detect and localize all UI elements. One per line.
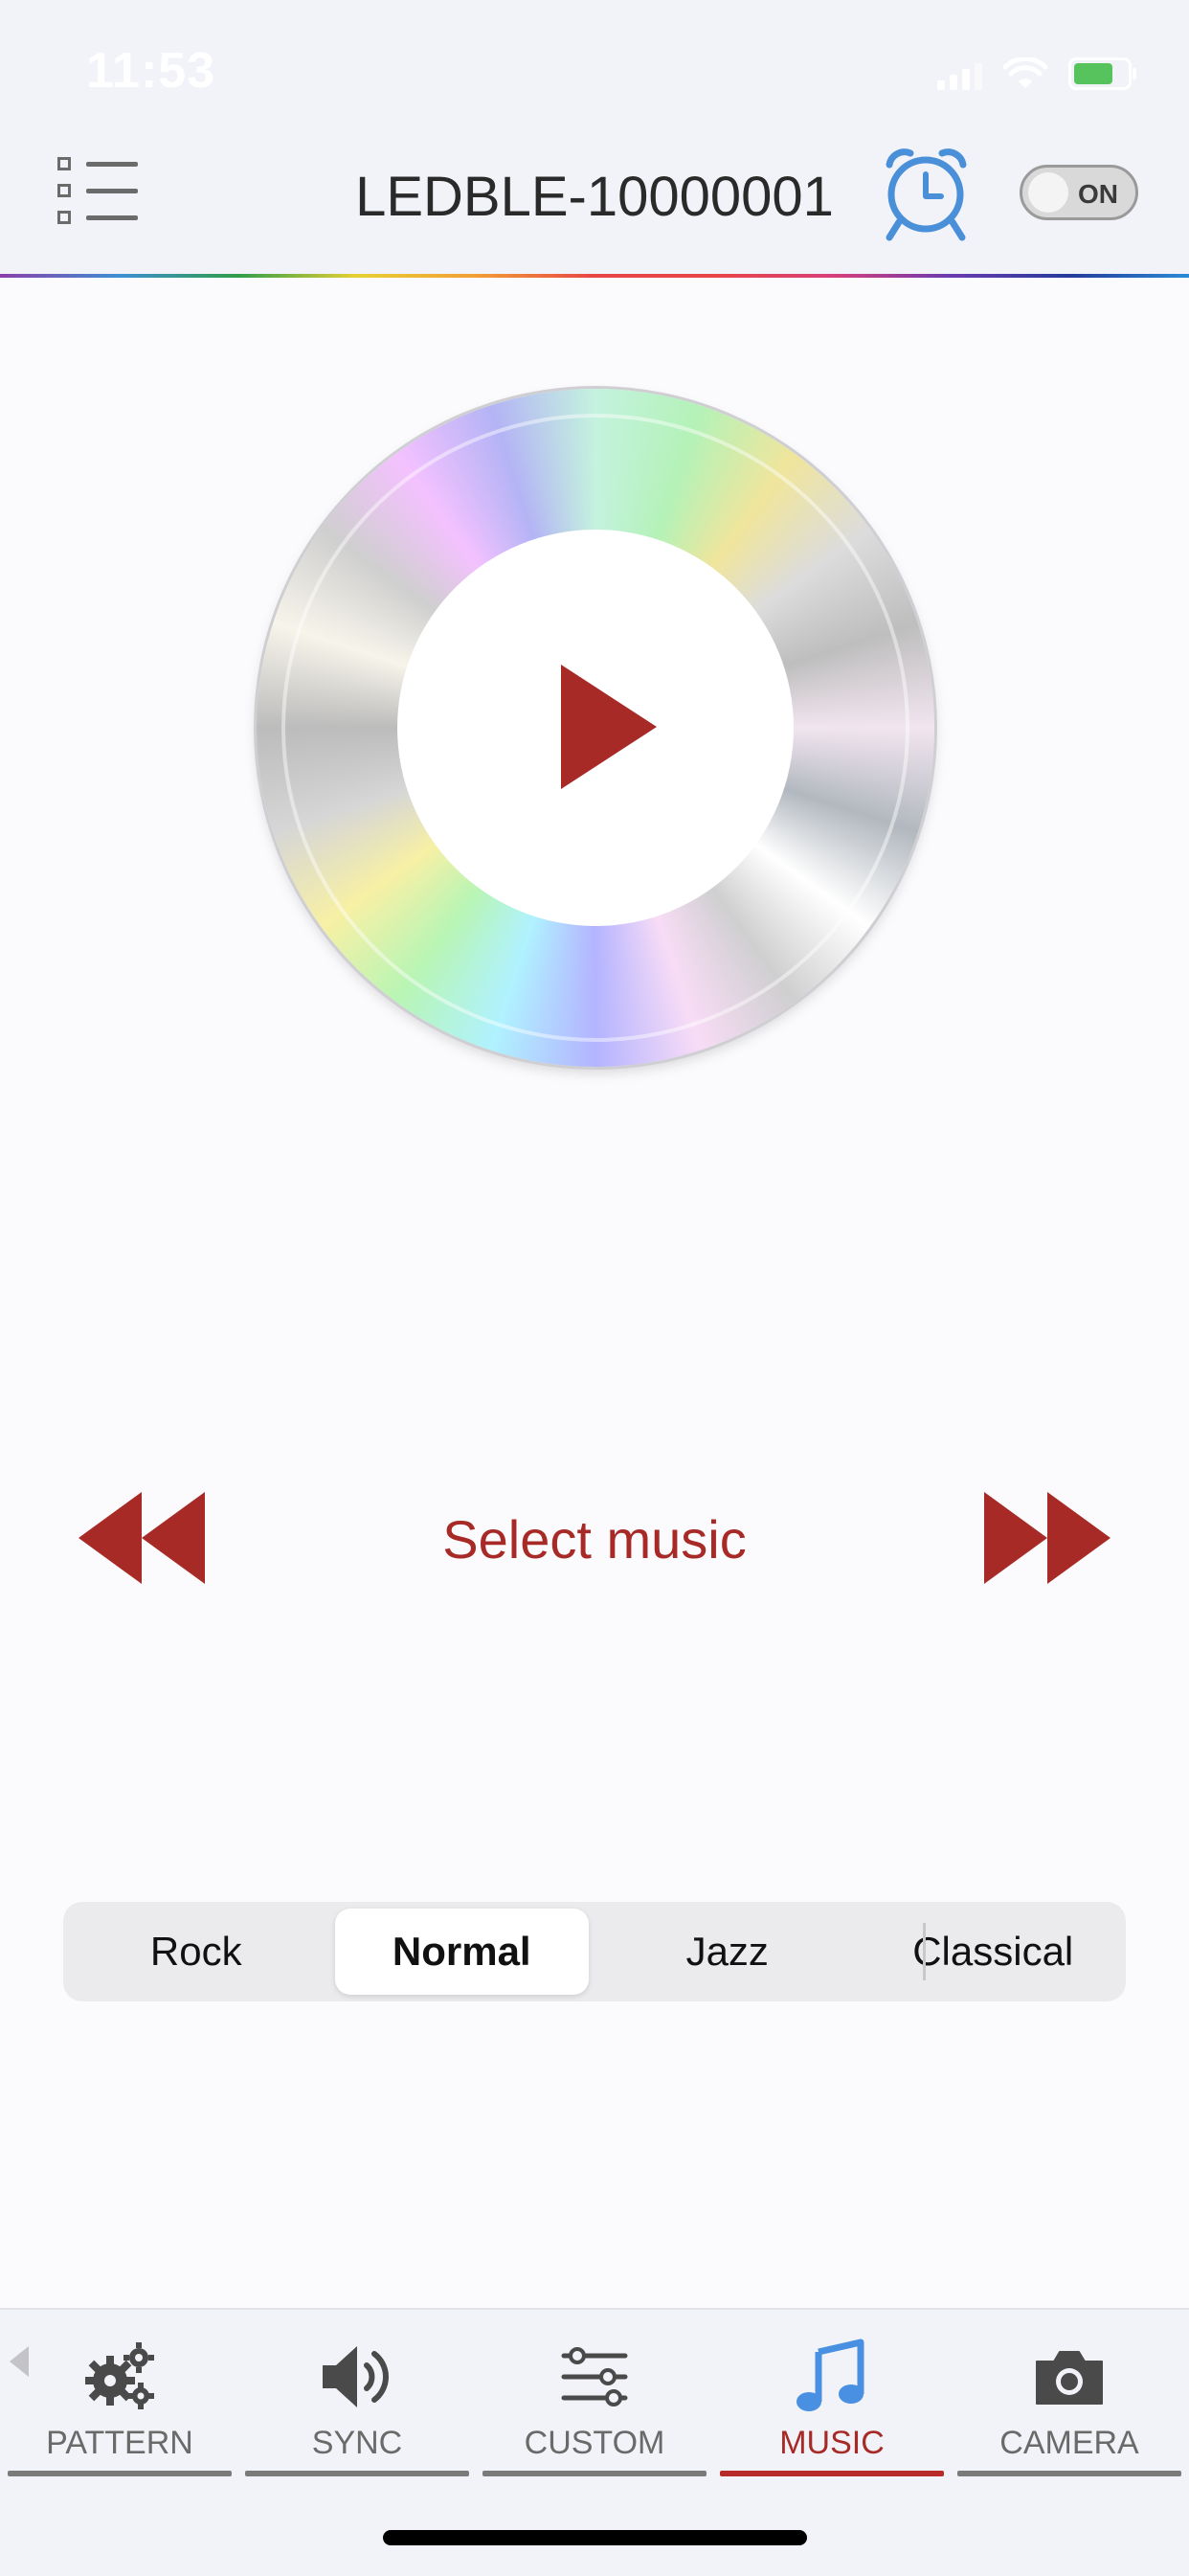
tab-underline	[245, 2471, 469, 2476]
status-time: 11:53	[86, 43, 216, 99]
tab-camera[interactable]: CAMERA	[957, 2327, 1181, 2476]
tab-bar: PATTERN SYNC CUSTOM MUSIC CAMERA	[0, 2308, 1189, 2576]
music-note-icon	[796, 2339, 864, 2411]
tab-label: CAMERA	[999, 2425, 1139, 2461]
sliders-icon	[561, 2347, 628, 2407]
fast-forward-icon[interactable]	[984, 1492, 1110, 1584]
status-icons	[937, 56, 1136, 90]
tab-custom[interactable]: CUSTOM	[482, 2327, 707, 2476]
home-indicator	[383, 2530, 807, 2545]
segment-divider	[923, 1923, 926, 1980]
tab-label: PATTERN	[46, 2425, 193, 2461]
toggle-knob	[1028, 172, 1068, 213]
cellular-signal-icon	[937, 61, 982, 90]
genre-rock[interactable]: Rock	[69, 1909, 324, 1995]
device-title: LEDBLE-10000001	[355, 166, 834, 228]
genre-normal[interactable]: Normal	[334, 1909, 589, 1995]
alarm-clock-icon[interactable]	[876, 144, 976, 244]
genre-jazz[interactable]: Jazz	[600, 1909, 855, 1995]
nav-bar: LEDBLE-10000001 ON	[0, 144, 1189, 274]
tab-label: MUSIC	[779, 2425, 885, 2461]
tab-underline	[482, 2471, 707, 2476]
tab-label: SYNC	[311, 2425, 403, 2461]
rainbow-divider	[0, 274, 1189, 278]
power-toggle[interactable]: ON	[1020, 165, 1138, 220]
tab-music[interactable]: MUSIC	[720, 2327, 944, 2476]
play-icon[interactable]	[557, 665, 659, 789]
status-bar: 11:53	[0, 0, 1189, 144]
tab-underline	[8, 2471, 232, 2476]
tab-underline	[957, 2471, 1181, 2476]
tab-sync[interactable]: SYNC	[245, 2327, 469, 2476]
wifi-icon	[1003, 57, 1047, 88]
battery-icon	[1068, 57, 1136, 90]
speaker-icon	[323, 2346, 389, 2407]
toggle-label: ON	[1078, 179, 1118, 209]
gears-icon	[85, 2342, 154, 2409]
tab-underline	[720, 2471, 944, 2476]
camera-icon	[1036, 2351, 1103, 2405]
tab-pattern[interactable]: PATTERN	[8, 2327, 232, 2476]
genre-classical[interactable]: Classical	[866, 1909, 1121, 1995]
genre-segmented-control: Rock Normal Jazz Classical	[63, 1902, 1126, 2001]
tab-label: CUSTOM	[524, 2425, 665, 2461]
